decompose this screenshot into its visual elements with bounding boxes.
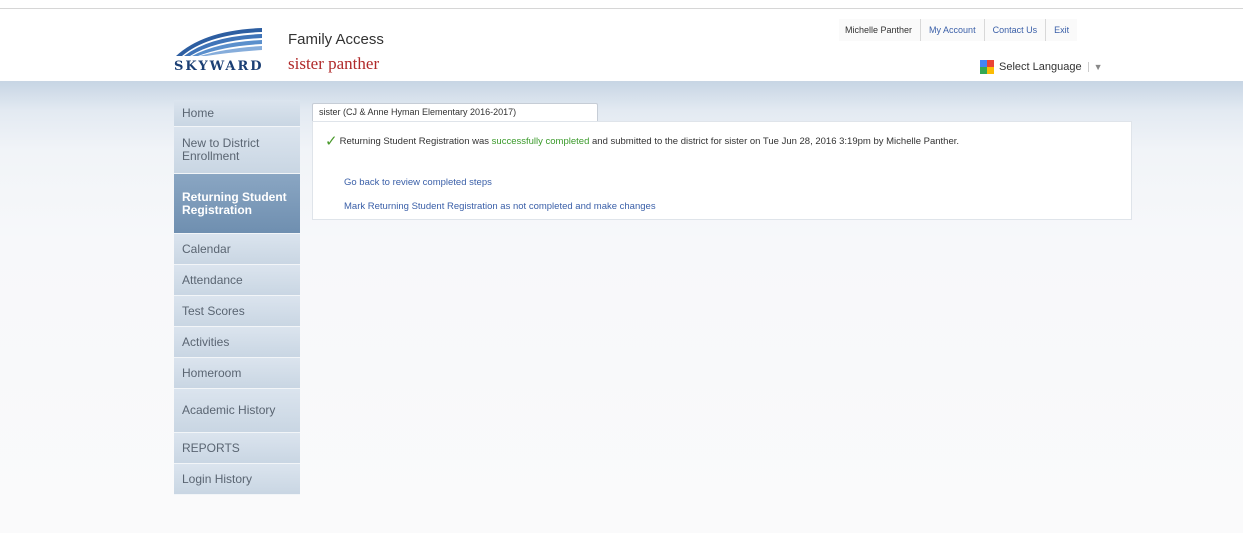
sidebar-item-test-scores[interactable]: Test Scores (174, 296, 300, 327)
sidebar-item-returning-student-registration[interactable]: Returning Student Registration (174, 174, 300, 234)
sidebar-item-activities[interactable]: Activities (174, 327, 300, 358)
checkmark-icon: ✓ (325, 133, 338, 150)
header: SKYWARD Family Access sister panther Mic… (0, 9, 1243, 81)
top-links: Michelle Panther My Account Contact Us E… (839, 19, 1078, 41)
sidebar-item-login-history[interactable]: Login History (174, 464, 300, 495)
student-tab[interactable]: sister (CJ & Anne Hyman Elementary 2016-… (312, 103, 598, 121)
user-name: Michelle Panther (839, 19, 921, 41)
message-success: successfully completed (491, 136, 590, 147)
sidebar-item-academic-history[interactable]: Academic History (174, 389, 300, 433)
content-panel: ✓ Returning Student Registration was succ… (312, 121, 1132, 220)
sidebar-nav: Home New to District Enrollment Returnin… (174, 100, 300, 495)
language-selector[interactable]: Select Language ▼ (980, 56, 1130, 78)
logo-swoosh-icon (176, 28, 262, 56)
logo-text: SKYWARD (174, 59, 264, 74)
sidebar-item-new-to-district-enrollment[interactable]: New to District Enrollment (174, 127, 300, 174)
my-account-link[interactable]: My Account (920, 19, 984, 41)
message-prefix: Returning Student Registration was (339, 136, 492, 147)
message-suffix: and submitted to the district for sister… (589, 136, 960, 147)
sidebar-item-home[interactable]: Home (174, 100, 300, 127)
app-title: Family Access (288, 31, 384, 48)
sidebar-item-calendar[interactable]: Calendar (174, 234, 300, 265)
skyward-logo: SKYWARD (174, 26, 284, 76)
select-language-label: Select Language (999, 61, 1082, 73)
sidebar-item-reports[interactable]: REPORTS (174, 433, 300, 464)
student-name: sister panther (288, 54, 380, 73)
mark-not-completed-link[interactable]: Mark Returning Student Registration as n… (344, 201, 656, 212)
contact-us-link[interactable]: Contact Us (983, 19, 1046, 41)
review-steps-link[interactable]: Go back to review completed steps (344, 177, 492, 188)
completion-message: ✓ Returning Student Registration was succ… (325, 133, 1115, 150)
sidebar-item-attendance[interactable]: Attendance (174, 265, 300, 296)
google-translate-icon (980, 60, 994, 74)
dropdown-arrow-icon[interactable]: ▼ (1087, 62, 1103, 72)
sidebar-item-homeroom[interactable]: Homeroom (174, 358, 300, 389)
exit-link[interactable]: Exit (1045, 19, 1078, 41)
